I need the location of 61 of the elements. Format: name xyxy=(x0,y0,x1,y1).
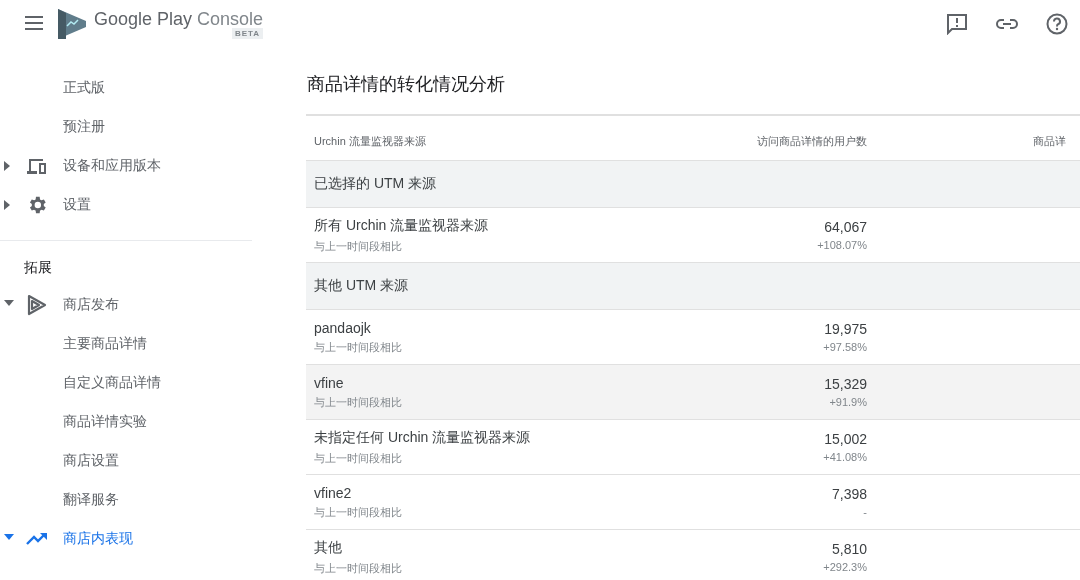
source-name: 其他 xyxy=(314,538,343,557)
user-count: 15,329 xyxy=(823,376,867,392)
source-name: vfine xyxy=(314,374,345,391)
link-button[interactable] xyxy=(996,18,1018,30)
sidebar-item[interactable]: 商店内表现 xyxy=(63,529,133,548)
user-count: 15,002 xyxy=(823,431,867,447)
help-button[interactable] xyxy=(1046,13,1068,35)
column-header: 访问商品详情的用户数 xyxy=(757,134,867,147)
section-row-label: 其他 UTM 来源 xyxy=(314,277,409,293)
sidebar-item[interactable]: 商店设置 xyxy=(63,451,119,470)
link-icon xyxy=(996,18,1018,30)
source-name: 所有 Urchin 流量监视器来源 xyxy=(314,216,490,235)
change-percent: +91.9% xyxy=(828,396,867,408)
sidebar-item[interactable]: 设置 xyxy=(63,195,91,214)
user-count: 64,067 xyxy=(823,219,867,235)
beta-badge: BETA xyxy=(231,28,264,39)
sidebar-item[interactable]: 正式版 xyxy=(63,78,105,97)
table-row[interactable]: pandaojk 与上一时间段相比 19,975 +97.58% xyxy=(306,309,1080,365)
user-count: 7,398 xyxy=(830,486,867,502)
change-percent: - xyxy=(862,506,867,518)
column-header: Urchin 流量监视器来源 xyxy=(314,134,426,147)
table-row[interactable]: vfine 与上一时间段相比 15,329 +91.9% xyxy=(306,364,1080,420)
feedback-icon xyxy=(946,13,968,35)
comparison-note: 与上一时间段相比 xyxy=(314,560,403,576)
feedback-button[interactable] xyxy=(946,13,968,35)
sidebar-item[interactable]: 商店发布 xyxy=(63,295,119,314)
play-icon xyxy=(27,293,47,316)
source-name: pandaojk xyxy=(314,319,372,336)
sidebar-item[interactable]: 商品详情实验 xyxy=(63,412,147,431)
comparison-note: 与上一时间段相比 xyxy=(314,394,403,410)
menu-button[interactable] xyxy=(24,15,44,33)
play-console-logo-icon xyxy=(58,9,86,39)
comparison-note: 与上一时间段相比 xyxy=(314,339,403,355)
section-row-label: 已选择的 UTM 来源 xyxy=(314,175,437,191)
sidebar-item[interactable]: 设备和应用版本 xyxy=(63,156,161,175)
page-title: 商品详情的转化情况分析 xyxy=(306,73,506,96)
user-count: 19,975 xyxy=(823,321,867,337)
column-header: 商品详 xyxy=(1033,134,1066,147)
comparison-note: 与上一时间段相比 xyxy=(314,450,403,466)
change-percent: +292.3% xyxy=(822,561,867,573)
menu-icon xyxy=(24,15,44,30)
sidebar-item[interactable]: 预注册 xyxy=(63,117,105,136)
help-icon xyxy=(1046,13,1068,35)
sidebar-item[interactable]: 主要商品详情 xyxy=(63,334,147,353)
comparison-note: 与上一时间段相比 xyxy=(314,504,403,520)
trend-icon xyxy=(26,531,48,546)
sidebar-item[interactable]: 自定义商品详情 xyxy=(63,373,161,392)
product-name: Console xyxy=(197,9,264,30)
sidebar-section-title: 拓展 xyxy=(23,258,53,277)
change-percent: +97.58% xyxy=(822,341,867,353)
table-row[interactable]: 未指定任何 Urchin 流量监视器来源 与上一时间段相比 15,002 +41.08% xyxy=(306,419,1080,475)
source-name: vfine2 xyxy=(314,484,353,501)
user-count: 5,810 xyxy=(830,541,867,557)
comparison-note: 与上一时间段相比 xyxy=(314,238,403,254)
source-name: 未指定任何 Urchin 流量监视器来源 xyxy=(314,428,532,447)
change-percent: +41.08% xyxy=(822,451,867,463)
sidebar-item[interactable]: 翻译服务 xyxy=(63,490,119,509)
change-percent: +108.07% xyxy=(816,239,867,251)
table-row[interactable]: 所有 Urchin 流量监视器来源 与上一时间段相比 64,067 +108.07% xyxy=(306,207,1080,263)
brand-name: Google Play xyxy=(94,9,193,30)
table-row[interactable]: vfine2 与上一时间段相比 7,398 - xyxy=(306,474,1080,530)
